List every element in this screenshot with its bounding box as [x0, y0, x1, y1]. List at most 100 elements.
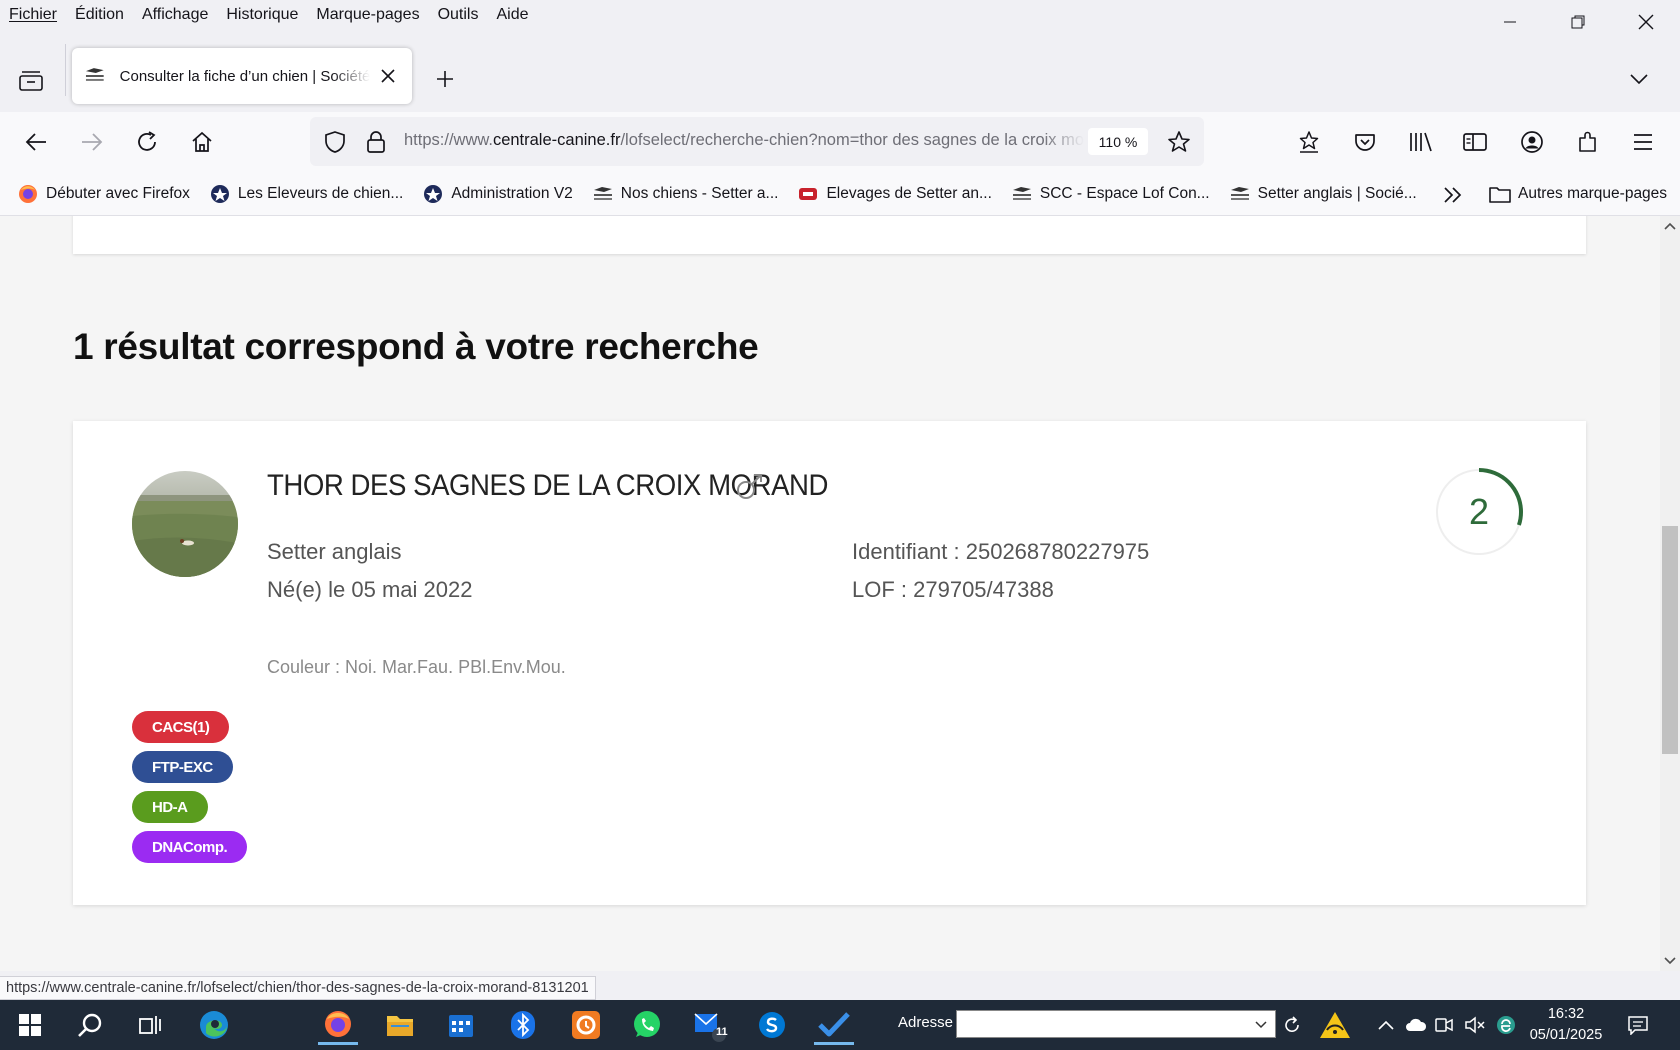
results-heading: 1 résultat correspond à votre recherche [73, 326, 759, 367]
forward-arrow-icon [82, 133, 103, 151]
show-hidden-icons-button[interactable] [1374, 1013, 1398, 1037]
bookmark-item[interactable]: SCC - Espace Lof Con... [1012, 184, 1210, 204]
health-badge: HD-A [132, 791, 208, 823]
e-circle-icon [1497, 1016, 1515, 1034]
tab-active[interactable]: Consulter la fiche d’un chien | Société … [72, 48, 412, 104]
address-go-button[interactable] [1280, 1013, 1304, 1037]
menu-outils[interactable]: Outils [429, 6, 488, 24]
bookmark-item[interactable]: Elevages de Setter an... [798, 184, 992, 204]
bookmark-label: Les Eleveurs de chien... [237, 184, 404, 202]
bookmark-label: Nos chiens - Setter a... [620, 184, 779, 202]
pocket-icon [1355, 134, 1375, 151]
firefox-icon [18, 184, 38, 204]
system-clock[interactable]: 16:32 05/01/2025 [1522, 1004, 1610, 1046]
scrollbar-thumb[interactable] [1662, 526, 1678, 754]
menu-fichier[interactable]: Fichier [0, 6, 66, 24]
list-all-tabs-button[interactable] [1624, 64, 1654, 94]
scroll-up-button[interactable] [1662, 218, 1678, 234]
new-tab-button[interactable] [430, 64, 460, 94]
badge-icon [423, 184, 443, 204]
mail-button[interactable]: 11 [690, 1005, 730, 1045]
chevron-down-icon [1664, 957, 1676, 965]
firefox-view-button[interactable] [14, 64, 48, 98]
menu-aide[interactable]: Aide [487, 6, 537, 24]
other-bookmarks-label: Autres marque-pages [1518, 185, 1668, 202]
folder-icon [1489, 187, 1511, 203]
forward-button[interactable] [74, 124, 110, 160]
task-view-button[interactable] [130, 1005, 170, 1045]
menu-affichage[interactable]: Affichage [133, 6, 217, 24]
chevron-down-icon [1630, 74, 1648, 85]
close-icon [381, 69, 395, 83]
volume-tray-icon[interactable] [1463, 1013, 1487, 1037]
notifications-button[interactable] [1626, 1013, 1650, 1037]
clock-time: 16:32 [1547, 1006, 1585, 1022]
whatsapp-button[interactable] [627, 1005, 667, 1045]
todo-button[interactable] [814, 1005, 854, 1045]
menu-historique[interactable]: Historique [217, 6, 307, 24]
bookmark-item[interactable]: Les Eleveurs de chien... [210, 184, 403, 204]
site-info-button[interactable] [363, 129, 389, 155]
onedrive-tray-icon[interactable] [1404, 1013, 1428, 1037]
dog-lof-number: LOF : 279705/47388 [852, 577, 1054, 602]
warning-app-button[interactable] [1318, 1008, 1352, 1042]
firefox-taskbar-button[interactable] [318, 1005, 358, 1045]
scroll-down-button[interactable] [1662, 953, 1678, 969]
other-bookmarks-button[interactable]: Autres marque-pages [1488, 172, 1667, 216]
edge-taskbar-button[interactable] [194, 1005, 234, 1045]
star-icon [1168, 131, 1190, 152]
badge-icon [210, 184, 230, 204]
task-view-icon [139, 1016, 161, 1034]
folder-icon [387, 1016, 413, 1036]
clock-date: 05/01/2025 [1529, 1027, 1603, 1043]
bluetooth-button[interactable] [503, 1005, 543, 1045]
bookmark-label: Elevages de Setter an... [826, 184, 992, 202]
account-button[interactable] [1514, 124, 1550, 160]
page-scrollbar[interactable] [1660, 216, 1680, 971]
extensions-button[interactable] [1570, 124, 1606, 160]
dog-identifier: Identifiant : 250268780227975 [852, 539, 1150, 564]
firefox-view-icon [19, 71, 43, 91]
puzzle-icon [1579, 131, 1596, 152]
address-toolbar-input[interactable] [956, 1010, 1276, 1038]
bookmarks-overflow-button[interactable] [1440, 182, 1466, 208]
tray-app-icon[interactable] [1494, 1013, 1518, 1037]
app-menu-button[interactable] [1625, 124, 1661, 160]
library-button[interactable] [1403, 124, 1439, 160]
tracking-protection-button[interactable] [322, 129, 348, 155]
file-explorer-button[interactable] [380, 1005, 420, 1045]
skype-button[interactable] [752, 1005, 792, 1045]
home-button[interactable] [184, 124, 220, 160]
reload-button[interactable] [129, 124, 165, 160]
url-bar[interactable]: https://www.centrale-canine.fr/lofselect… [310, 117, 1204, 166]
search-icon [78, 1013, 102, 1037]
bookmark-item[interactable]: Nos chiens - Setter a... [593, 184, 779, 204]
dog-result-card[interactable]: THOR DES SAGNES DE LA CROIX MORAND Sette… [73, 421, 1586, 905]
url-text[interactable]: https://www.centrale-canine.fr/lofselect… [404, 131, 1084, 150]
bookmark-star-button[interactable] [1166, 129, 1192, 155]
centrale-canine-icon [1012, 184, 1032, 204]
library-icon [1410, 132, 1432, 152]
dog-coat-color: Couleur : Noi. Mar.Fau. PBl.Env.Mou. [267, 657, 566, 677]
bookmark-item[interactable]: Débuter avec Firefox [18, 184, 190, 204]
cloud-icon [1406, 1018, 1427, 1031]
zoom-level-button[interactable]: 110 % [1088, 128, 1148, 155]
dog-photo[interactable] [132, 471, 238, 577]
start-button[interactable] [10, 1005, 50, 1045]
bookmark-item[interactable]: Administration V2 [423, 184, 573, 204]
bluetooth-icon [511, 1011, 535, 1039]
tab-close-button[interactable] [376, 64, 400, 88]
back-button[interactable] [18, 124, 54, 160]
sidebar-button[interactable] [1457, 124, 1493, 160]
menu-marque-pages[interactable]: Marque-pages [307, 6, 428, 24]
chevron-up-icon [1378, 1020, 1394, 1030]
bookmarks-menu-button[interactable] [1291, 124, 1327, 160]
backup-app-button[interactable] [566, 1005, 606, 1045]
search-button[interactable] [70, 1005, 110, 1045]
video-icon [1435, 1018, 1453, 1032]
menu-edition[interactable]: Édition [66, 6, 133, 24]
camera-tray-icon[interactable] [1432, 1013, 1456, 1037]
pocket-button[interactable] [1347, 124, 1383, 160]
calendar-button[interactable] [441, 1005, 481, 1045]
bookmark-item[interactable]: Setter anglais | Socié... [1230, 184, 1417, 204]
